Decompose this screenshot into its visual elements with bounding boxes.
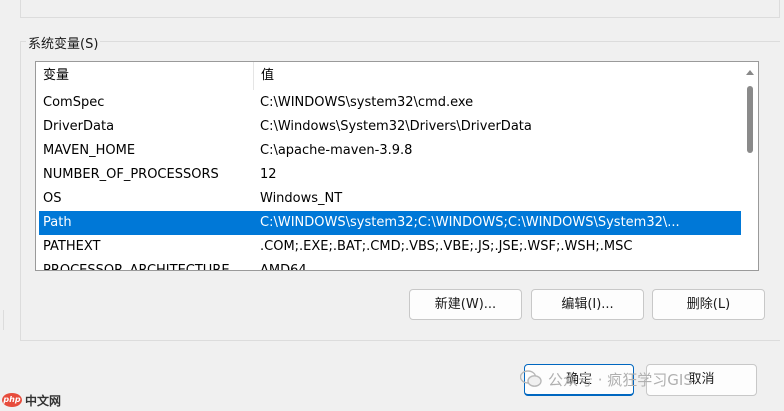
column-header-variable[interactable]: 变量 — [36, 62, 254, 90]
php-logo-badge: php — [2, 393, 22, 407]
php-logo-text: 中文网 — [25, 393, 62, 408]
system-variables-group-label: 系统变量(S) — [26, 33, 101, 52]
delete-variable-button[interactable]: 删除(L) — [652, 289, 765, 320]
variable-value: .COM;.EXE;.BAT;.CMD;.VBS;.VBE;.JS;.JSE;.… — [260, 239, 633, 254]
scroll-thumb[interactable] — [747, 86, 753, 153]
variable-name: PATHEXT — [43, 239, 101, 254]
site-logo: php 中文网 — [2, 391, 61, 409]
table-row[interactable]: DriverData C:\Windows\System32\Drivers\D… — [39, 115, 741, 139]
variable-name: MAVEN_HOME — [43, 143, 136, 158]
variable-name: NUMBER_OF_PROCESSORS — [43, 167, 219, 182]
variable-value: C:\WINDOWS\system32;C:\WINDOWS;C:\WINDOW… — [260, 215, 680, 230]
variable-name: OS — [43, 191, 62, 206]
system-variables-list[interactable]: 变量 值 ComSpec C:\WINDOWS\system32\cmd.exe… — [35, 61, 759, 271]
variable-value: AMD64 — [260, 263, 307, 271]
upper-group-frame — [20, 0, 780, 18]
column-header-value[interactable]: 值 — [254, 62, 744, 90]
variable-name: Path — [43, 215, 72, 230]
table-row[interactable]: MAVEN_HOME C:\apache-maven-3.9.8 — [39, 139, 741, 163]
variable-value: Windows_NT — [260, 191, 343, 206]
new-variable-button[interactable]: 新建(W)... — [409, 289, 522, 320]
vertical-scrollbar[interactable] — [742, 62, 758, 270]
watermark: 公众号 · 疯狂学习GIS — [520, 367, 693, 393]
table-row[interactable]: PROCESSOR_ARCHITECTURE AMD64 — [39, 259, 741, 271]
table-row[interactable]: ComSpec C:\WINDOWS\system32\cmd.exe — [39, 91, 741, 115]
variable-name: DriverData — [43, 119, 115, 134]
variable-value: C:\apache-maven-3.9.8 — [260, 143, 413, 158]
watermark-text: 公众号 · 疯狂学习GIS — [548, 371, 693, 389]
list-header: 变量 值 — [36, 62, 746, 90]
table-row-selected[interactable]: Path C:\WINDOWS\system32;C:\WINDOWS;C:\W… — [39, 211, 741, 235]
variable-name: ComSpec — [43, 95, 105, 110]
variable-value: C:\WINDOWS\system32\cmd.exe — [260, 95, 474, 110]
table-row[interactable]: PATHEXT .COM;.EXE;.BAT;.CMD;.VBS;.VBE;.J… — [39, 235, 741, 259]
variable-name: PROCESSOR_ARCHITECTURE — [43, 263, 230, 271]
scroll-up-arrow-icon[interactable] — [746, 70, 754, 75]
variable-value: 12 — [260, 167, 277, 182]
edit-variable-button[interactable]: 编辑(I)... — [531, 289, 644, 320]
table-row[interactable]: OS Windows_NT — [39, 187, 741, 211]
window-edge — [0, 310, 4, 330]
table-row[interactable]: NUMBER_OF_PROCESSORS 12 — [39, 163, 741, 187]
wechat-icon — [520, 369, 542, 387]
variable-value: C:\Windows\System32\Drivers\DriverData — [260, 119, 532, 134]
